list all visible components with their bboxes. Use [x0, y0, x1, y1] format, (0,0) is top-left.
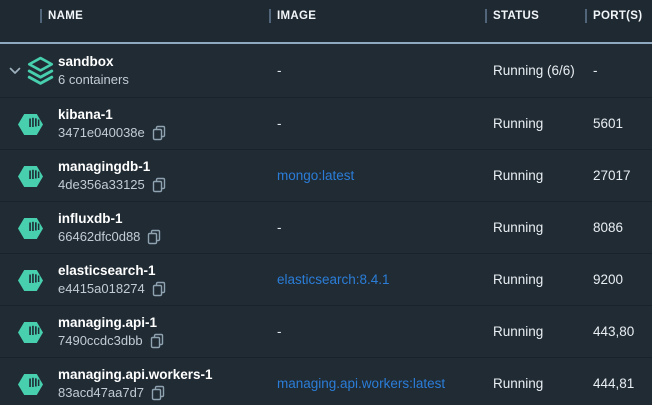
ports-text: 444,81	[585, 376, 652, 391]
container-name: managing.api-1	[58, 314, 261, 331]
column-header-status-label: STATUS	[485, 9, 539, 23]
image-link[interactable]: mongo:latest	[277, 168, 354, 183]
ports-text: 8086	[585, 220, 652, 235]
group-name: sandbox	[58, 53, 261, 70]
table-row-sandbox[interactable]: sandbox 6 containers - Running (6/6) -	[0, 44, 652, 98]
table-header-row: NAME IMAGE STATUS PORT(S)	[0, 0, 652, 30]
table-row-elasticsearch-1[interactable]: elasticsearch-1 e4415a018274 elasticsear…	[0, 254, 652, 306]
column-header-status: STATUS	[485, 6, 585, 24]
table-row-managing-api-1[interactable]: managing.api-1 7490ccdc3dbb - Running 44…	[0, 306, 652, 358]
status-text: Running	[485, 220, 585, 235]
container-cube-icon	[17, 163, 44, 190]
table-row-kibana-1[interactable]: kibana-1 3471e040038e - Running 5601	[0, 98, 652, 150]
container-id: 66462dfc0d88	[58, 229, 140, 245]
table-row-managingdb-1[interactable]: managingdb-1 4de356a33125 mongo:latest R…	[0, 150, 652, 202]
container-name: managing.api.workers-1	[58, 366, 261, 383]
status-text: Running	[485, 376, 585, 391]
column-header-name: NAME	[0, 6, 269, 24]
header-spacer	[0, 30, 652, 42]
container-id: 4de356a33125	[58, 177, 145, 193]
container-id: 7490ccdc3dbb	[58, 333, 143, 349]
container-id: 3471e040038e	[58, 125, 145, 141]
ports-text: -	[585, 63, 652, 78]
image-value: -	[277, 220, 282, 235]
status-text: Running	[485, 168, 585, 183]
table-row-managing-api-workers-1[interactable]: managing.api.workers-1 83acd47aa7d7 mana…	[0, 358, 652, 405]
copy-icon[interactable]	[150, 333, 164, 349]
container-id: e4415a018274	[58, 281, 145, 297]
containers-table: NAME IMAGE STATUS PORT(S) sandbox 6 cont…	[0, 0, 652, 405]
copy-icon[interactable]	[151, 385, 165, 401]
container-cube-icon	[17, 215, 44, 242]
group-subtitle: 6 containers	[58, 72, 129, 88]
column-header-name-label: NAME	[40, 9, 83, 23]
image-value: -	[277, 63, 282, 78]
container-name: influxdb-1	[58, 210, 261, 227]
column-header-image-label: IMAGE	[269, 9, 316, 23]
status-text: Running	[485, 272, 585, 287]
column-header-image: IMAGE	[269, 6, 485, 24]
container-cube-icon	[17, 319, 44, 346]
chevron-down-icon[interactable]	[9, 67, 21, 76]
container-cube-icon	[17, 111, 44, 138]
copy-icon[interactable]	[152, 177, 166, 193]
container-name: elasticsearch-1	[58, 262, 261, 279]
stack-icon	[27, 55, 54, 87]
status-text: Running	[485, 324, 585, 339]
ports-text: 443,80	[585, 324, 652, 339]
copy-icon[interactable]	[152, 125, 166, 141]
ports-text: 9200	[585, 272, 652, 287]
container-id: 83acd47aa7d7	[58, 385, 144, 401]
status-text: Running (6/6)	[485, 63, 585, 78]
ports-text: 27017	[585, 168, 652, 183]
image-value: -	[277, 116, 282, 131]
status-text: Running	[485, 116, 585, 131]
table-row-influxdb-1[interactable]: influxdb-1 66462dfc0d88 - Running 8086	[0, 202, 652, 254]
container-name: kibana-1	[58, 106, 261, 123]
column-header-ports-label: PORT(S)	[585, 9, 642, 23]
container-cube-icon	[17, 371, 44, 398]
image-link[interactable]: managing.api.workers:latest	[277, 376, 445, 391]
copy-icon[interactable]	[152, 281, 166, 297]
ports-text: 5601	[585, 116, 652, 131]
container-name: managingdb-1	[58, 158, 261, 175]
image-link[interactable]: elasticsearch:8.4.1	[277, 272, 390, 287]
image-value: -	[277, 324, 282, 339]
copy-icon[interactable]	[147, 229, 161, 245]
column-header-ports: PORT(S)	[585, 6, 652, 24]
container-cube-icon	[17, 267, 44, 294]
